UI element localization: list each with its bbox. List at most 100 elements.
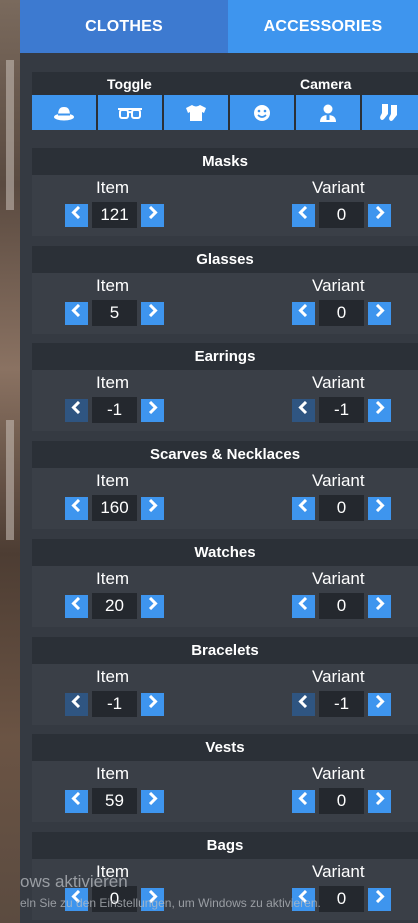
variant-next-button[interactable] [368,203,391,227]
variant-next-button[interactable] [368,301,391,325]
variant-value[interactable]: 0 [319,593,364,619]
item-prev-button[interactable] [65,692,88,716]
item-stepper: 59 [65,788,164,814]
item-next-button[interactable] [141,594,164,618]
variant-next-button[interactable] [368,496,391,520]
chevron-left-icon [71,694,82,713]
toggle-glasses-button[interactable] [98,95,162,130]
variant-stepper: 0 [292,495,391,521]
tab-bar: CLOTHES ACCESSORIES [20,0,418,53]
section-earrings: Earrings Item Variant -1 -1 [32,343,418,431]
section-bracelets: Bracelets Item Variant -1 -1 [32,637,418,725]
socks-icon [380,103,397,121]
camera-body-button[interactable] [296,95,360,130]
chevron-right-icon [147,205,158,224]
chevron-right-icon [147,400,158,419]
variant-label: Variant [312,178,365,197]
section-title: Watches [32,539,418,566]
variant-value[interactable]: 0 [319,788,364,814]
tab-clothes[interactable]: CLOTHES [20,0,228,53]
camera-feet-button[interactable] [362,95,418,130]
item-value[interactable]: 5 [92,300,137,326]
toggle-face-button[interactable] [230,95,294,130]
variant-prev-button[interactable] [292,789,315,813]
section-title: Bracelets [32,637,418,664]
variant-prev-button[interactable] [292,398,315,422]
customization-panel: CLOTHES ACCESSORIES Toggle Camera Masks … [20,0,418,923]
section-title: Bags [32,832,418,859]
item-prev-button[interactable] [65,496,88,520]
toggle-button-row [32,95,418,130]
variant-prev-button[interactable] [292,203,315,227]
variant-value[interactable]: -1 [319,691,364,717]
item-label: Item [96,276,130,295]
variant-next-button[interactable] [368,789,391,813]
item-next-button[interactable] [141,398,164,422]
item-value[interactable]: 59 [92,788,137,814]
toggle-camera-box: Toggle Camera [32,72,418,130]
game-background [0,0,20,923]
item-prev-button[interactable] [65,203,88,227]
chevron-right-icon [374,498,385,517]
section-vests: Vests Item Variant 59 0 [32,734,418,822]
section-title: Earrings [32,343,418,370]
camera-heading: Camera [300,76,352,92]
item-prev-button[interactable] [65,594,88,618]
variant-value[interactable]: 0 [319,886,364,912]
chevron-left-icon [298,596,309,615]
variant-next-button[interactable] [368,594,391,618]
chevron-right-icon [374,596,385,615]
variant-prev-button[interactable] [292,594,315,618]
chevron-right-icon [147,498,158,517]
glasses-icon [118,107,142,119]
item-prev-button[interactable] [65,398,88,422]
item-label: Item [96,667,130,686]
hat-icon [54,106,74,120]
item-stepper: 160 [65,495,164,521]
item-stepper: 5 [65,300,164,326]
item-next-button[interactable] [141,692,164,716]
item-value[interactable]: -1 [92,397,137,423]
variant-label: Variant [312,764,365,783]
variant-prev-button[interactable] [292,496,315,520]
chevron-left-icon [71,303,82,322]
item-label: Item [96,764,130,783]
item-value[interactable]: 121 [92,202,137,228]
section-glasses: Glasses Item Variant 5 0 [32,246,418,334]
variant-next-button[interactable] [368,398,391,422]
item-prev-button[interactable] [65,301,88,325]
section-title: Scarves & Necklaces [32,441,418,468]
chevron-left-icon [298,303,309,322]
activation-watermark-text: eln Sie zu den Einstellungen, um Windows… [20,896,321,910]
section-watches: Watches Item Variant 20 0 [32,539,418,627]
item-next-button[interactable] [141,301,164,325]
variant-prev-button[interactable] [292,301,315,325]
chevron-left-icon [298,205,309,224]
item-prev-button[interactable] [65,789,88,813]
item-value[interactable]: 160 [92,495,137,521]
item-value[interactable]: -1 [92,691,137,717]
item-stepper: -1 [65,397,164,423]
chevron-right-icon [147,303,158,322]
face-icon [254,104,270,121]
chevron-right-icon [374,694,385,713]
variant-next-button[interactable] [368,692,391,716]
item-value[interactable]: 20 [92,593,137,619]
item-next-button[interactable] [141,789,164,813]
variant-value[interactable]: -1 [319,397,364,423]
item-next-button[interactable] [141,496,164,520]
variant-prev-button[interactable] [292,692,315,716]
chevron-left-icon [71,498,82,517]
variant-value[interactable]: 0 [319,300,364,326]
item-next-button[interactable] [141,203,164,227]
toggle-shirt-button[interactable] [164,95,228,130]
variant-label: Variant [312,667,365,686]
toggle-heading: Toggle [107,76,152,92]
toggle-hat-button[interactable] [32,95,96,130]
chevron-left-icon [71,400,82,419]
variant-value[interactable]: 0 [319,495,364,521]
variant-next-button[interactable] [368,887,391,911]
chevron-right-icon [374,791,385,810]
tab-accessories[interactable]: ACCESSORIES [228,0,418,53]
variant-value[interactable]: 0 [319,202,364,228]
